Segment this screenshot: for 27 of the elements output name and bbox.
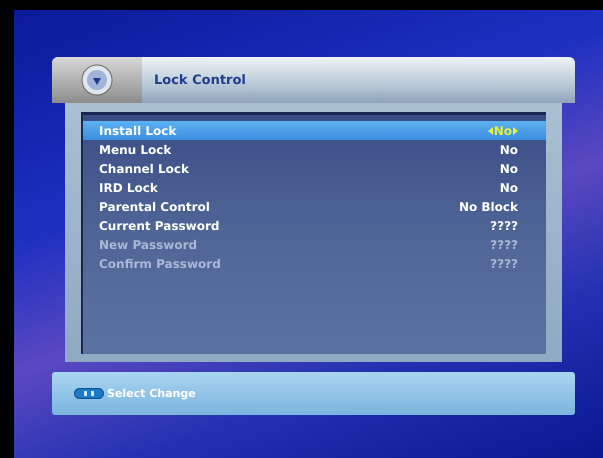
menu-item-value: ???? [490,256,518,270]
menu-item-value: No [500,162,518,176]
menu-item[interactable]: Current Password ???? [83,216,546,235]
menu-item[interactable]: Parental Control No Block [83,197,546,216]
left-arrow-icon [488,126,493,134]
menu-item-label: Install Lock [99,124,176,138]
help-text: Select Change [107,387,196,400]
menu-item-value: No [500,180,518,194]
menu-item-label: Confirm Password [99,256,221,270]
menu-item-value: No Block [458,200,518,214]
menu-item-value: ???? [490,238,518,252]
menu-item-value: No [494,124,512,138]
menu-item-label: Parental Control [99,200,210,214]
menu-item[interactable]: IRD Lock No [83,178,546,197]
menu-item-label: Channel Lock [99,162,189,176]
disc-icon [81,64,113,96]
right-arrow-icon [513,126,518,134]
menu-item[interactable]: Menu Lock No [83,140,546,159]
menu-title: Lock Control [154,72,246,88]
menu-item[interactable]: Channel Lock No [83,159,546,178]
menu-item-label: Current Password [99,218,220,232]
remote-key-icon [74,388,104,399]
menu-item-label: Menu Lock [99,142,172,156]
menu-item-label: New Password [99,238,198,252]
menu-item-value: ???? [490,218,518,232]
menu-item-value: No [500,142,518,156]
menu-item-label: IRD Lock [99,180,158,194]
